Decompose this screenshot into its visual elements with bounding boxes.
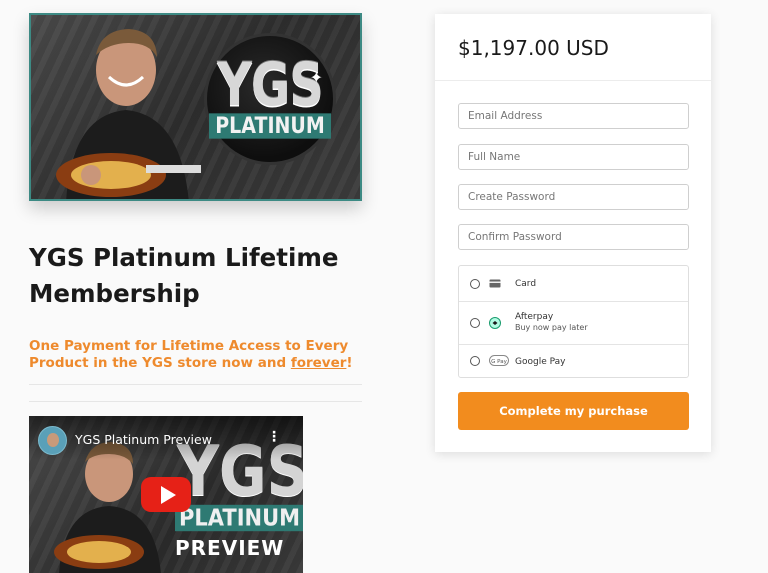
video-title[interactable]: YGS Platinum Preview xyxy=(75,432,212,447)
afterpay-icon xyxy=(489,317,501,329)
payment-label-google-pay: Google Pay xyxy=(515,357,566,367)
logo-ygs-text: YGS xyxy=(217,50,324,120)
radio-google-pay[interactable] xyxy=(470,356,480,366)
product-subtitle: One Payment for Lifetime Access to Every… xyxy=(29,338,359,372)
more-options-icon[interactable]: ⋮ xyxy=(267,430,281,444)
payment-option-card[interactable]: Card xyxy=(459,266,688,301)
instructor-photo xyxy=(56,29,201,199)
payment-sublabel-afterpay: Buy now pay later xyxy=(515,323,588,332)
google-pay-icon: G Pay xyxy=(489,355,509,366)
ygs-platinum-logo: YGS PLATINUM ✦ xyxy=(204,33,336,165)
channel-avatar[interactable] xyxy=(38,426,67,455)
divider xyxy=(29,384,362,385)
sparkle-icon: ✦ xyxy=(309,68,323,87)
payment-option-afterpay[interactable]: Afterpay Buy now pay later xyxy=(459,301,688,344)
hero-image: YGS PLATINUM ✦ xyxy=(29,13,362,201)
radio-card[interactable] xyxy=(470,279,480,289)
price-label: $1,197.00 USD xyxy=(458,36,609,60)
payment-option-google-pay[interactable]: G Pay Google Pay xyxy=(459,344,688,379)
card-divider xyxy=(435,80,711,81)
payment-methods: Card Afterpay Buy now pay later G Pay Go… xyxy=(458,265,689,378)
play-button[interactable] xyxy=(141,477,191,512)
payment-label-card: Card xyxy=(515,279,537,289)
complete-purchase-button[interactable]: Complete my purchase xyxy=(458,392,689,430)
logo-platinum-text: PLATINUM xyxy=(209,113,331,139)
confirm-password-field[interactable] xyxy=(458,224,689,250)
full-name-field[interactable] xyxy=(458,144,689,170)
create-password-field[interactable] xyxy=(458,184,689,210)
checkout-card: $1,197.00 USD Card Afterpay Buy now pay … xyxy=(435,14,711,452)
svg-text:G Pay: G Pay xyxy=(491,359,507,365)
subtitle-forever-link[interactable]: forever xyxy=(291,355,347,371)
email-field[interactable] xyxy=(458,103,689,129)
radio-afterpay[interactable] xyxy=(470,318,480,328)
credit-card-icon xyxy=(489,279,501,288)
video-player[interactable]: YGS PLATINUM PREVIEW YGS Platinum Previe… xyxy=(29,416,303,573)
payment-label-afterpay: Afterpay xyxy=(515,312,554,322)
video-thumb-caption: PREVIEW xyxy=(175,536,285,560)
video-thumb-platinum: PLATINUM xyxy=(175,504,303,532)
subtitle-suffix: ! xyxy=(346,355,353,371)
page-title: YGS Platinum Lifetime Membership xyxy=(29,243,339,308)
divider xyxy=(29,401,362,402)
